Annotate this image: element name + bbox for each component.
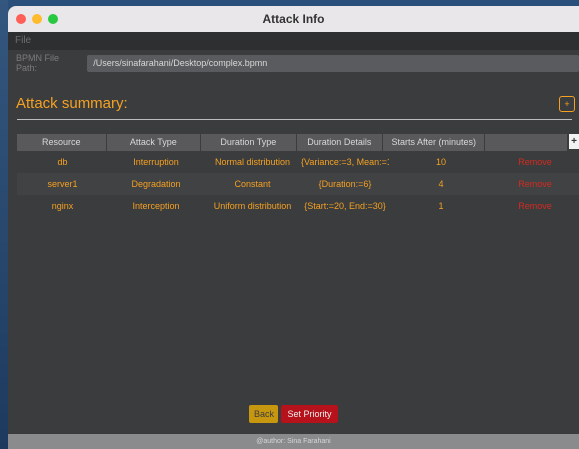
menu-file[interactable]: File	[15, 35, 31, 46]
window-title: Attack Info	[262, 12, 325, 26]
author-footer: @author: Sina Farahani	[8, 434, 579, 449]
column-header-starts-after[interactable]: Starts After (minutes)	[383, 134, 486, 151]
table-row[interactable]: db Interruption Normal distribution {Var…	[17, 151, 579, 173]
title-bar: Attack Info	[8, 6, 579, 32]
cell-duration-details: {Duration:=6}	[318, 179, 372, 189]
column-header-duration-type[interactable]: Duration Type	[201, 134, 297, 151]
table-row[interactable]: server1 Degradation Constant {Duration:=…	[17, 173, 579, 195]
table-row[interactable]: nginx Interception Uniform distribution …	[17, 195, 579, 217]
app-window: Attack Info File BPMN File Path: /Users/…	[8, 6, 579, 449]
cell-duration-type: Constant	[234, 179, 271, 189]
minimize-window-button[interactable]	[32, 14, 42, 24]
remove-button[interactable]: Remove	[493, 201, 577, 211]
back-button[interactable]: Back	[249, 405, 279, 423]
remove-button[interactable]: Remove	[493, 179, 577, 189]
remove-button[interactable]: Remove	[493, 157, 577, 167]
add-column-button[interactable]: +	[569, 134, 579, 149]
cell-resource: nginx	[51, 201, 74, 211]
add-attack-button[interactable]: +	[559, 96, 575, 112]
cell-starts-after: 4	[438, 179, 444, 189]
summary-title: Attack summary:	[16, 95, 128, 112]
cell-duration-details: {Variance:=3, Mean:=1...	[301, 157, 389, 167]
cell-attack-type: Degradation	[131, 179, 181, 189]
desktop-background	[0, 0, 8, 449]
column-header-action[interactable]	[485, 134, 569, 151]
menu-bar: File	[8, 32, 579, 50]
cell-duration-type: Normal distribution	[214, 157, 291, 167]
cell-attack-type: Interruption	[133, 157, 179, 167]
window-controls	[16, 14, 58, 24]
file-path-row: BPMN File Path: /Users/sinafarahani/Desk…	[8, 50, 579, 76]
set-priority-button[interactable]: Set Priority	[281, 405, 338, 423]
cell-resource: server1	[47, 179, 78, 189]
cell-attack-type: Interception	[132, 201, 180, 211]
cell-resource: db	[57, 157, 68, 167]
summary-header: Attack summary: +	[8, 76, 579, 120]
zoom-window-button[interactable]	[48, 14, 58, 24]
cell-duration-type: Uniform distribution	[213, 201, 292, 211]
action-buttons: Back Set Priority	[8, 405, 579, 423]
column-header-attack-type[interactable]: Attack Type	[106, 134, 202, 151]
cell-starts-after: 10	[435, 157, 446, 167]
table-header: Resource Attack Type Duration Type Durat…	[17, 134, 579, 151]
close-window-button[interactable]	[16, 14, 26, 24]
file-path-label: BPMN File Path:	[16, 53, 60, 73]
column-header-duration-details[interactable]: Duration Details	[296, 134, 384, 151]
cell-starts-after: 1	[438, 201, 444, 211]
cell-duration-details: {Start:=20, End:=30}	[304, 201, 386, 211]
divider	[17, 119, 572, 120]
attack-table: Resource Attack Type Duration Type Durat…	[17, 134, 579, 217]
column-header-resource[interactable]: Resource	[17, 134, 107, 151]
file-path-field[interactable]: /Users/sinafarahani/Desktop/complex.bpmn	[87, 54, 579, 72]
